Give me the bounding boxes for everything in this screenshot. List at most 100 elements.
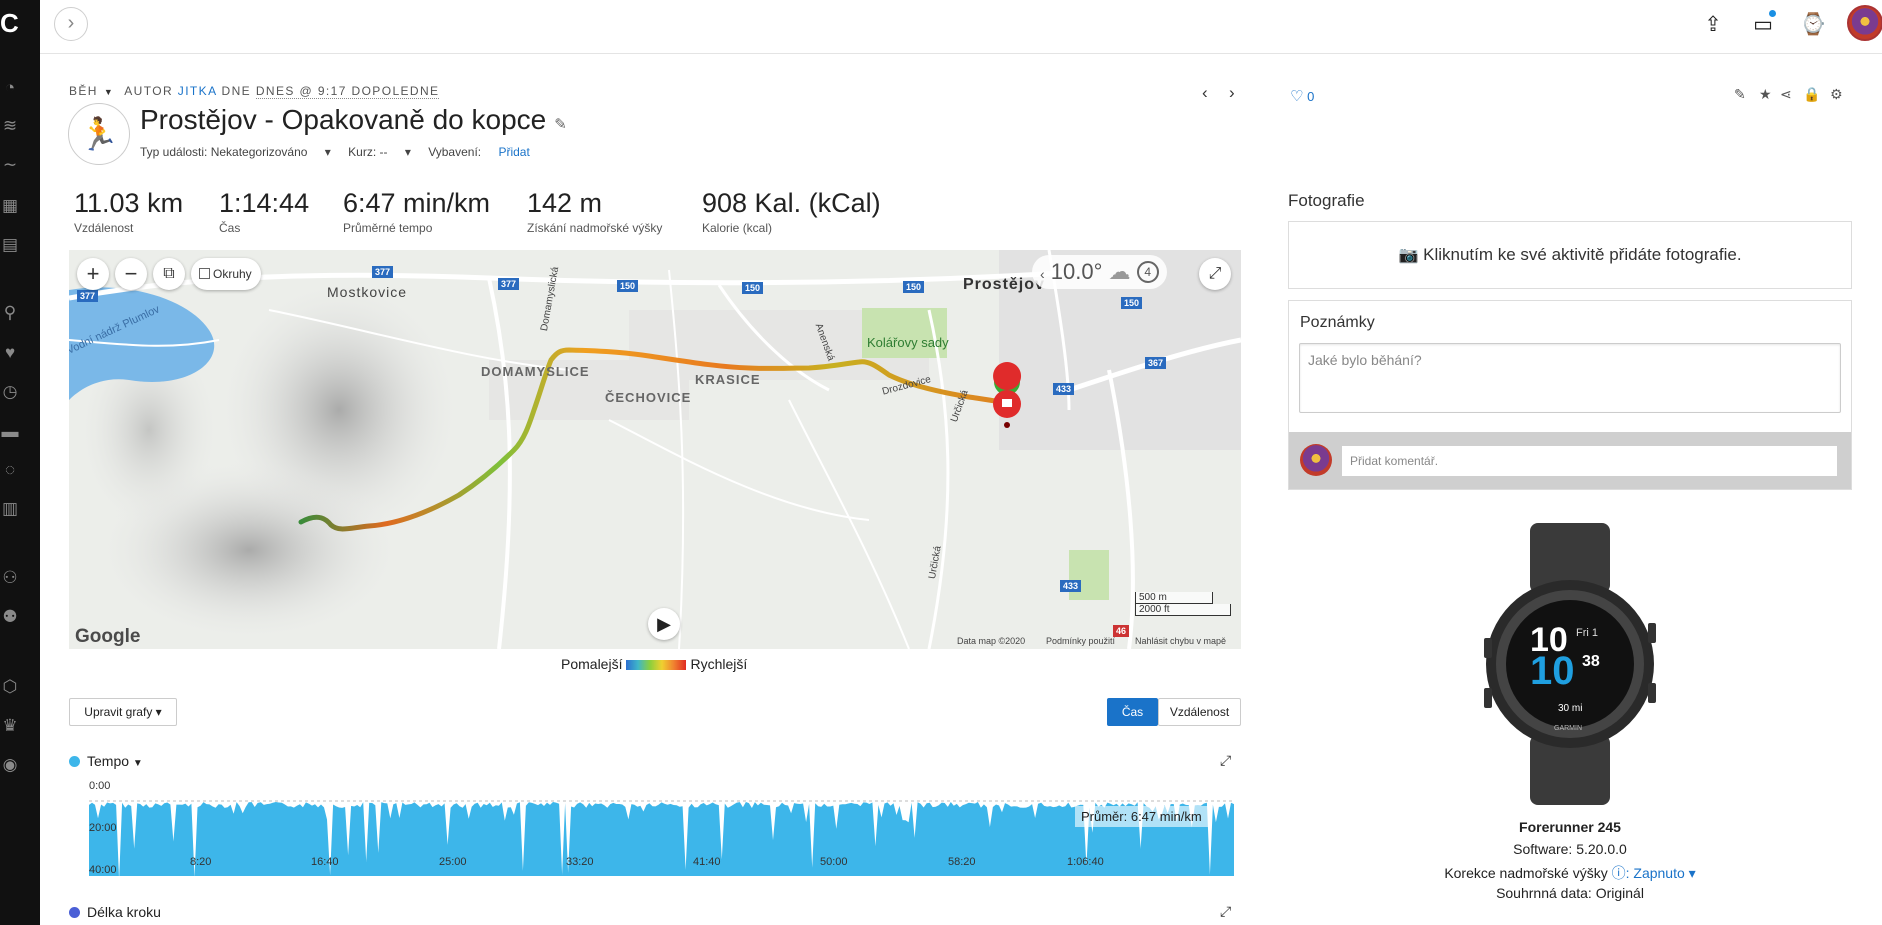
notification-dot bbox=[1769, 10, 1776, 17]
previous-activity-icon[interactable]: ‹ bbox=[1202, 83, 1208, 103]
layers-icon[interactable]: ≋ bbox=[0, 116, 20, 136]
share-icon[interactable]: ⋖ bbox=[1780, 86, 1792, 103]
next-activity-icon[interactable]: › bbox=[1229, 83, 1235, 103]
road-number: 367 bbox=[1145, 357, 1167, 369]
zoom-out-button[interactable]: − bbox=[115, 258, 147, 290]
event-type-label: Typ události: Nekategorizováno bbox=[140, 145, 308, 159]
time-toggle-button[interactable]: Čas bbox=[1107, 698, 1158, 726]
activity-type-caret-icon[interactable]: ▼ bbox=[104, 87, 114, 97]
road-number: 377 bbox=[77, 290, 99, 302]
photos-section-title: Fotografie bbox=[1288, 191, 1365, 210]
stride-chart-header[interactable]: Délka kroku bbox=[69, 904, 161, 920]
map-layers-icon[interactable]: ⧉ bbox=[153, 258, 185, 290]
author-link[interactable]: JITKA bbox=[178, 84, 217, 98]
watch-icon[interactable]: ⌚ bbox=[1800, 12, 1826, 38]
laps-checkbox[interactable] bbox=[199, 268, 210, 279]
stats-icon[interactable]: ▥ bbox=[0, 499, 20, 519]
map-report-link[interactable]: Nahlásit chybu v mapě bbox=[1135, 636, 1226, 646]
health-icon[interactable]: ♥ bbox=[0, 343, 20, 363]
add-photos-text: Kliknutím ke své aktivitě přidáte fotogr… bbox=[1423, 245, 1742, 264]
garmin-logo[interactable]: C bbox=[0, 8, 24, 38]
trends-icon[interactable]: ∼ bbox=[0, 155, 20, 175]
help-icon[interactable]: ⓘ bbox=[1612, 865, 1626, 881]
groups-icon[interactable]: ⚉ bbox=[0, 607, 20, 627]
stopwatch-icon[interactable]: ◷ bbox=[0, 382, 20, 402]
comment-bar: Přidat komentář. bbox=[1289, 432, 1851, 489]
edit-charts-button[interactable]: Upravit grafy ▾ bbox=[69, 698, 177, 726]
distance-toggle-button[interactable]: Vzdálenost bbox=[1158, 698, 1241, 726]
laps-toggle[interactable]: Okruhy bbox=[191, 258, 261, 290]
event-type[interactable]: Typ události: Nekategorizováno ▾ bbox=[140, 145, 331, 159]
comment-input[interactable]: Přidat komentář. bbox=[1342, 446, 1837, 476]
pace-color-dot bbox=[69, 756, 80, 767]
trophy-icon[interactable]: ♛ bbox=[0, 716, 20, 736]
activity-meta: Typ události: Nekategorizováno ▾ Kurz: -… bbox=[140, 145, 558, 159]
temperature-value: 10.0° bbox=[1050, 259, 1103, 284]
activity-title-row: Prostějov - Opakovaně do kopce ✎ bbox=[140, 104, 567, 136]
route-map[interactable]: Mostkovice Prostějov DOMAMYSLICE ČECHOVI… bbox=[69, 250, 1241, 649]
pace-x-tick: 8:20 bbox=[190, 856, 212, 868]
map-place-label: Kolářovy sady bbox=[867, 335, 949, 350]
heart-icon: ♡ bbox=[1290, 88, 1304, 105]
privacy-lock-icon[interactable]: 🔒 bbox=[1803, 86, 1820, 103]
stat-value: 142 m bbox=[527, 188, 603, 218]
edit-title-icon[interactable]: ✎ bbox=[554, 116, 567, 133]
google-logo[interactable]: Google bbox=[75, 626, 140, 648]
target-icon[interactable]: ◉ bbox=[0, 755, 20, 775]
fullscreen-icon[interactable]: ⤢ bbox=[1199, 258, 1231, 290]
road-number: 150 bbox=[1121, 297, 1143, 309]
like-button[interactable]: ♡ 0 bbox=[1290, 87, 1314, 105]
dashboard-icon[interactable]: ◔ bbox=[0, 78, 20, 98]
pace-average-badge: Průměr: 6:47 min/km bbox=[1075, 806, 1208, 827]
stat-value: 6:47 min/km bbox=[343, 188, 491, 218]
activities-icon[interactable]: ⚲ bbox=[0, 303, 20, 323]
favorite-star-icon[interactable]: ★ bbox=[1759, 86, 1772, 103]
edit-icon[interactable]: ✎ bbox=[1734, 86, 1746, 103]
calendar-icon[interactable]: ▦ bbox=[0, 196, 20, 216]
pace-y-tick: 40:00 bbox=[89, 864, 117, 876]
elevation-correction-value[interactable]: : Zapnuto ▾ bbox=[1626, 865, 1696, 881]
stat-time: 1:14:44 Čas bbox=[219, 188, 309, 235]
summary-data: Souhrnná data: Originál bbox=[1496, 885, 1644, 901]
add-gear-link[interactable]: Přidat bbox=[498, 145, 529, 159]
pace-dropdown-icon[interactable]: ▼ bbox=[133, 758, 143, 769]
user-avatar[interactable] bbox=[1847, 5, 1882, 41]
pace-x-tick: 41:40 bbox=[693, 856, 721, 868]
pace-x-tick: 16:40 bbox=[311, 856, 339, 868]
reports-icon[interactable]: ▤ bbox=[0, 235, 20, 255]
weather-prev-icon[interactable]: ‹ bbox=[1040, 266, 1045, 282]
shoe-icon[interactable]: ▬ bbox=[0, 422, 20, 442]
pace-chart-header[interactable]: Tempo ▼ bbox=[69, 753, 143, 769]
like-count: 0 bbox=[1307, 89, 1315, 104]
inbox-icon[interactable]: ▭ bbox=[1750, 10, 1776, 38]
settings-gear-icon[interactable]: ⚙ bbox=[1830, 86, 1843, 103]
expand-pace-chart-icon[interactable]: ⤢ bbox=[1220, 752, 1231, 769]
activity-date[interactable]: DNES @ 9:17 DOPOLEDNE bbox=[255, 84, 440, 99]
zoom-in-button[interactable]: + bbox=[77, 258, 109, 290]
stride-color-dot bbox=[69, 907, 80, 918]
notes-panel: Poznámky Jaké bylo běhání? Přidat koment… bbox=[1288, 300, 1852, 490]
running-icon: 🏃 bbox=[68, 103, 130, 165]
insights-icon[interactable]: ◌ bbox=[0, 460, 20, 480]
play-route-button[interactable]: ▶ bbox=[648, 608, 680, 640]
expand-sidebar-button[interactable]: › bbox=[54, 7, 88, 41]
stat-value: 1:14:44 bbox=[219, 188, 310, 218]
elevation-correction-label: Korekce nadmořské výšky bbox=[1444, 865, 1608, 881]
pace-chart[interactable]: 0:00 20:00 40:00 8:20 16:40 25:00 33:20 … bbox=[69, 776, 1241, 876]
stat-distance: 11.03 km Vzdálenost bbox=[74, 188, 183, 235]
road-number: 377 bbox=[372, 266, 394, 278]
road-number: 150 bbox=[903, 281, 925, 293]
activity-title[interactable]: Prostějov - Opakovaně do kopce bbox=[140, 104, 546, 135]
course[interactable]: Kurz: -- ▾ bbox=[348, 145, 411, 159]
activity-type[interactable]: BĚH bbox=[69, 84, 98, 98]
connections-icon[interactable]: ⚇ bbox=[0, 568, 20, 588]
badges-icon[interactable]: ⬡ bbox=[0, 677, 20, 697]
expand-stride-chart-icon[interactable]: ⤢ bbox=[1220, 903, 1231, 920]
notes-textarea[interactable]: Jaké bylo běhání? bbox=[1299, 343, 1841, 413]
stat-pace: 6:47 min/km Průměrné tempo bbox=[343, 188, 490, 235]
add-photos-area[interactable]: 📷 Kliknutím ke své aktivitě přidáte foto… bbox=[1288, 221, 1852, 289]
author-prefix: AUTOR bbox=[124, 84, 174, 98]
map-terms-link[interactable]: Podmínky použití bbox=[1046, 636, 1115, 646]
upload-icon[interactable]: ⇪ bbox=[1700, 12, 1726, 38]
road-number: 46 bbox=[1113, 625, 1130, 637]
